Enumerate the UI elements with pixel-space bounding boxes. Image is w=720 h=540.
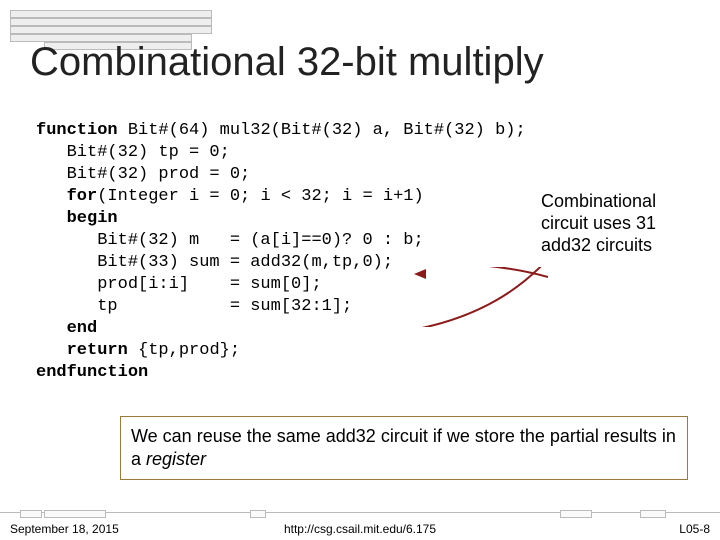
code-indent bbox=[36, 187, 67, 206]
code-line: Bit#(32) tp = 0; bbox=[36, 143, 230, 162]
code-line: (Integer i = 0; i < 32; i = i+1) bbox=[97, 187, 423, 206]
kw-endfunction: endfunction bbox=[36, 363, 148, 382]
code-line: Bit#(32) m = (a[i]==0)? 0 : b; bbox=[36, 231, 424, 250]
footer-decoration bbox=[0, 508, 720, 518]
footer-page: L05-8 bbox=[679, 522, 710, 536]
annotation-text: Combinational circuit uses 31 add32 circ… bbox=[541, 190, 696, 256]
kw-return: return bbox=[67, 341, 128, 360]
callout-emph: register bbox=[146, 449, 206, 469]
code-line: Bit#(64) mul32(Bit#(32) a, Bit#(32) b); bbox=[118, 121, 526, 140]
code-line: prod[i:i] = sum[0]; bbox=[36, 275, 322, 294]
code-block: function Bit#(64) mul32(Bit#(32) a, Bit#… bbox=[36, 120, 526, 384]
kw-begin: begin bbox=[36, 209, 118, 228]
callout-text: We can reuse the same add32 circuit if w… bbox=[131, 426, 676, 469]
kw-end: end bbox=[36, 319, 97, 338]
code-line: {tp,prod}; bbox=[128, 341, 240, 360]
code-line: Bit#(33) sum = add32(m,tp,0); bbox=[36, 253, 393, 272]
slide-title: Combinational 32-bit multiply bbox=[30, 40, 700, 85]
code-line: Bit#(32) prod = 0; bbox=[36, 165, 250, 184]
code-indent bbox=[36, 341, 67, 360]
footer-url: http://csg.csail.mit.edu/6.175 bbox=[0, 522, 720, 536]
callout-box: We can reuse the same add32 circuit if w… bbox=[120, 416, 688, 480]
kw-function: function bbox=[36, 121, 118, 140]
kw-for: for bbox=[67, 187, 98, 206]
code-line: tp = sum[32:1]; bbox=[36, 297, 352, 316]
